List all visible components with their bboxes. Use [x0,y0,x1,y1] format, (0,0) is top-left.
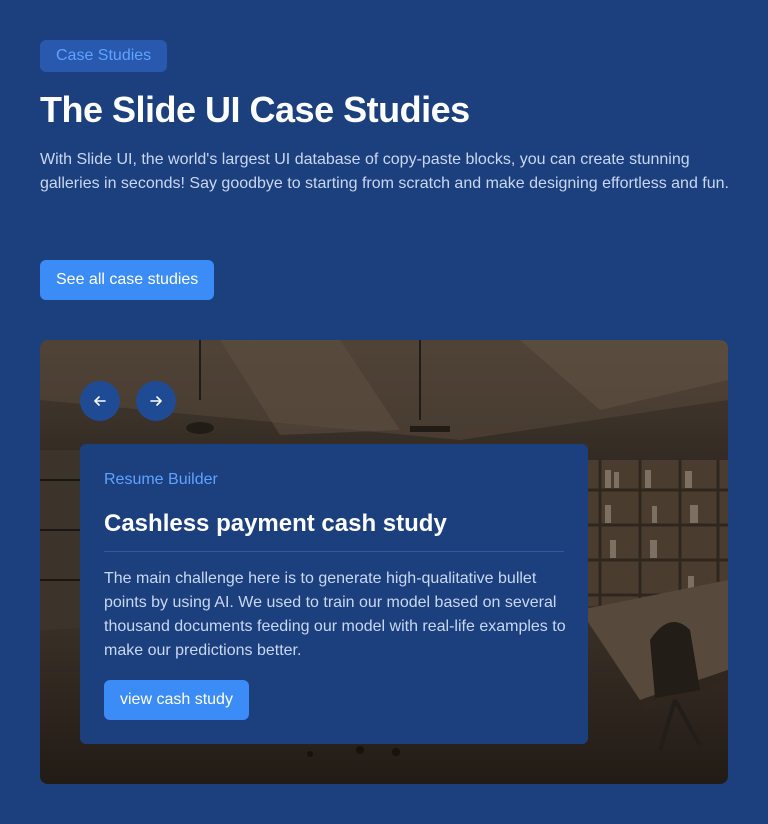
section-badge: Case Studies [40,40,168,72]
arrow-right-icon [150,396,162,406]
see-all-case-studies-button[interactable]: See all case studies [40,260,215,300]
view-case-study-button[interactable]: view cash study [104,680,249,720]
arrow-left-icon [94,396,106,406]
card-divider [104,551,564,552]
card-description: The main challenge here is to generate h… [104,570,566,659]
slider-next-button[interactable] [136,381,176,421]
case-studies-page: Case Studies The Slide UI Case Studies W… [0,0,768,824]
page-title: The Slide UI Case Studies [40,89,470,130]
card-category: Resume Builder [104,471,218,488]
card-title: Cashless payment cash study [104,510,447,537]
case-study-slider: Resume Builder Cashless payment cash stu… [40,340,728,784]
case-study-card: Resume Builder Cashless payment cash stu… [80,444,588,744]
page-description: With Slide UI, the world's largest UI da… [40,151,729,192]
slider-prev-button[interactable] [80,381,120,421]
